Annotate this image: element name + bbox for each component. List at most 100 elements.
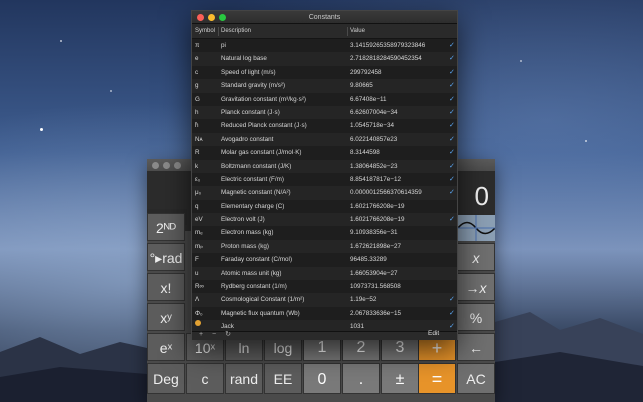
table-row[interactable]: mₚ Proton mass (kg) 1.672621898e−27 <box>192 239 457 254</box>
cell-symbol: Φ₀ <box>195 309 203 317</box>
all-clear-key[interactable]: AC <box>457 363 495 394</box>
checkmark-icon[interactable]: ✓ <box>449 293 455 306</box>
table-row[interactable]: Φ₀ Magnetic flux quantum (Wb) 2.067833636e… <box>192 307 457 320</box>
store-x-key[interactable]: →x <box>457 273 495 301</box>
table-row[interactable]: k Boltzmann constant (J/K) 1.38064852e−23 ✓ <box>192 159 457 173</box>
cell-value: 1.19e−52 <box>350 296 377 304</box>
column-header-symbol[interactable]: Symbol <box>195 24 215 39</box>
remove-button[interactable]: − <box>208 330 220 339</box>
table-row[interactable]: e Natural log base 2.7182818284590452354 ✓ <box>192 52 457 66</box>
power-key[interactable]: xʸ <box>147 303 185 331</box>
deg-to-rad-key[interactable]: °▸rad <box>147 243 185 271</box>
checkmark-icon[interactable]: ✓ <box>449 39 455 52</box>
checkmark-icon[interactable]: ✓ <box>449 66 455 79</box>
decimal-key[interactable]: . <box>342 363 380 394</box>
zoom-button[interactable] <box>174 162 181 169</box>
ee-key[interactable]: EE <box>264 363 302 394</box>
table-row[interactable]: h Planck constant (J·s) 6.62607004e−34 ✓ <box>192 105 457 120</box>
table-row[interactable]: u Atomic mass unit (kg) 1.66053904e−27 <box>192 266 457 281</box>
cell-symbol: R∞ <box>195 283 205 291</box>
cell-value: 96485.33289 <box>350 256 387 264</box>
table-row[interactable]: Nᴀ Avogadro constant 6.022140857e23 ✓ <box>192 132 457 147</box>
cell-symbol: ε₀ <box>195 175 201 183</box>
percent-key[interactable]: % <box>457 303 495 331</box>
checkmark-icon[interactable]: ✓ <box>449 213 455 226</box>
cell-description: Cosmological Constant (1/m²) <box>221 296 305 304</box>
equals-key[interactable]: = <box>418 363 456 394</box>
backspace-key[interactable]: ← <box>457 333 495 361</box>
column-header-value[interactable]: Value <box>350 24 365 39</box>
cell-value: 2.067833636e−15 <box>350 309 401 317</box>
exp-key[interactable]: eˣ <box>147 333 185 361</box>
column-divider <box>218 27 219 36</box>
cell-symbol: Nᴀ <box>195 135 203 143</box>
cell-description: Gravitation constant (m³/kg·s²) <box>221 95 307 103</box>
deg-key[interactable]: Deg <box>147 363 185 394</box>
table-row[interactable]: g Standard gravity (m/s²) 9.80665 ✓ <box>192 79 457 93</box>
c-constant-key[interactable]: c <box>186 363 224 394</box>
graph-icon[interactable] <box>457 215 495 241</box>
cell-symbol: q <box>195 202 199 210</box>
cell-description: Rydberg constant (1/m) <box>221 283 287 291</box>
table-row[interactable]: eV Electron volt (J) 1.6021766208e−19 ✓ <box>192 213 457 227</box>
cell-description: Avogadro constant <box>221 135 274 143</box>
checkmark-icon[interactable]: ✓ <box>449 106 455 119</box>
cell-description: Planck constant (J·s) <box>221 108 280 116</box>
rand-key[interactable]: rand <box>225 363 263 394</box>
checkmark-icon[interactable]: ✓ <box>449 93 455 106</box>
constants-table: π pi 3.14159265358979323846 ✓ e Natural log b… <box>192 39 457 334</box>
window-footer: + − ↻ Edit <box>192 328 457 340</box>
cell-value: 1.6021766208e−19 <box>350 216 405 224</box>
cell-symbol: Λ <box>195 296 200 304</box>
cell-symbol: G <box>195 95 200 103</box>
cell-value: 10973731.568508 <box>350 283 401 291</box>
sign-key[interactable]: ± <box>381 363 419 394</box>
add-button[interactable]: + <box>195 330 207 339</box>
checkmark-icon[interactable]: ✓ <box>449 133 455 146</box>
column-header-description[interactable]: Description <box>221 24 251 39</box>
checkmark-icon[interactable]: ✓ <box>449 146 455 159</box>
table-row[interactable]: ε₀ Electric constant (F/m) 8.854187817e−12… <box>192 173 457 186</box>
table-header: Symbol Description Value <box>192 24 457 39</box>
table-row[interactable]: q Elementary charge (C) 1.6021766208e−19 <box>192 200 457 213</box>
cell-description: Standard gravity (m/s²) <box>221 82 286 90</box>
cell-value: 2.7182818284590452354 <box>350 55 422 63</box>
cell-value: 6.67408e−11 <box>350 95 387 103</box>
table-row[interactable]: Λ Cosmological Constant (1/m²) 1.19e−52 ✓ <box>192 293 457 307</box>
refresh-icon[interactable]: ↻ <box>222 330 234 339</box>
table-row[interactable]: G Gravitation constant (m³/kg·s²) 6.67408e… <box>192 93 457 106</box>
checkmark-icon[interactable]: ✓ <box>449 79 455 92</box>
cell-symbol: k <box>195 162 199 170</box>
table-row[interactable]: c Speed of light (m/s) 299792458 ✓ <box>192 66 457 79</box>
constants-window: Constants Symbol Description Value π pi 3.… <box>191 10 458 340</box>
table-row[interactable]: F Faraday constant (C/mol) 96485.33289 <box>192 253 457 266</box>
checkmark-icon[interactable]: ✓ <box>449 173 455 186</box>
checkmark-icon[interactable]: ✓ <box>449 160 455 173</box>
checkmark-icon[interactable]: ✓ <box>449 52 455 65</box>
checkmark-icon[interactable]: ✓ <box>449 186 455 199</box>
table-row[interactable]: μ₀ Magnetic constant (N/A²) 0.000001256637… <box>192 186 457 200</box>
close-button[interactable] <box>152 162 159 169</box>
cell-value: 8.3144598 <box>350 149 380 157</box>
table-row[interactable]: π pi 3.14159265358979323846 ✓ <box>192 39 457 52</box>
checkmark-icon[interactable]: ✓ <box>449 119 455 132</box>
cell-value: 0.0000012566370614359 <box>350 189 422 197</box>
checkmark-icon[interactable]: ✓ <box>449 307 455 320</box>
x-key[interactable]: x <box>457 243 495 271</box>
table-row[interactable]: ħ Reduced Planck constant (J·s) 1.0545718e… <box>192 119 457 132</box>
cell-description: Magnetic flux quantum (Wb) <box>221 309 300 317</box>
table-row[interactable]: R Molar gas constant (J/mol·K) 8.3144598 ✓ <box>192 146 457 159</box>
table-row[interactable]: R∞ Rydberg constant (1/m) 10973731.568508 <box>192 280 457 293</box>
minimize-button[interactable] <box>163 162 170 169</box>
cell-description: Electric constant (F/m) <box>221 175 284 183</box>
cell-value: 1.0545718e−34 <box>350 122 394 130</box>
table-row[interactable]: mₑ Electron mass (kg) 9.10938356e−31 <box>192 226 457 239</box>
jack-dot-icon <box>195 320 201 327</box>
cell-symbol: ħ <box>195 122 199 130</box>
factorial-key[interactable]: x! <box>147 273 185 301</box>
cell-value: 1.6021766208e−19 <box>350 202 405 210</box>
digit-0-key[interactable]: 0 <box>303 363 341 394</box>
edit-button[interactable]: Edit <box>428 328 439 340</box>
cell-description: Electron volt (J) <box>221 216 265 224</box>
second-function-key[interactable]: 2ᴺᴰ <box>147 213 185 241</box>
